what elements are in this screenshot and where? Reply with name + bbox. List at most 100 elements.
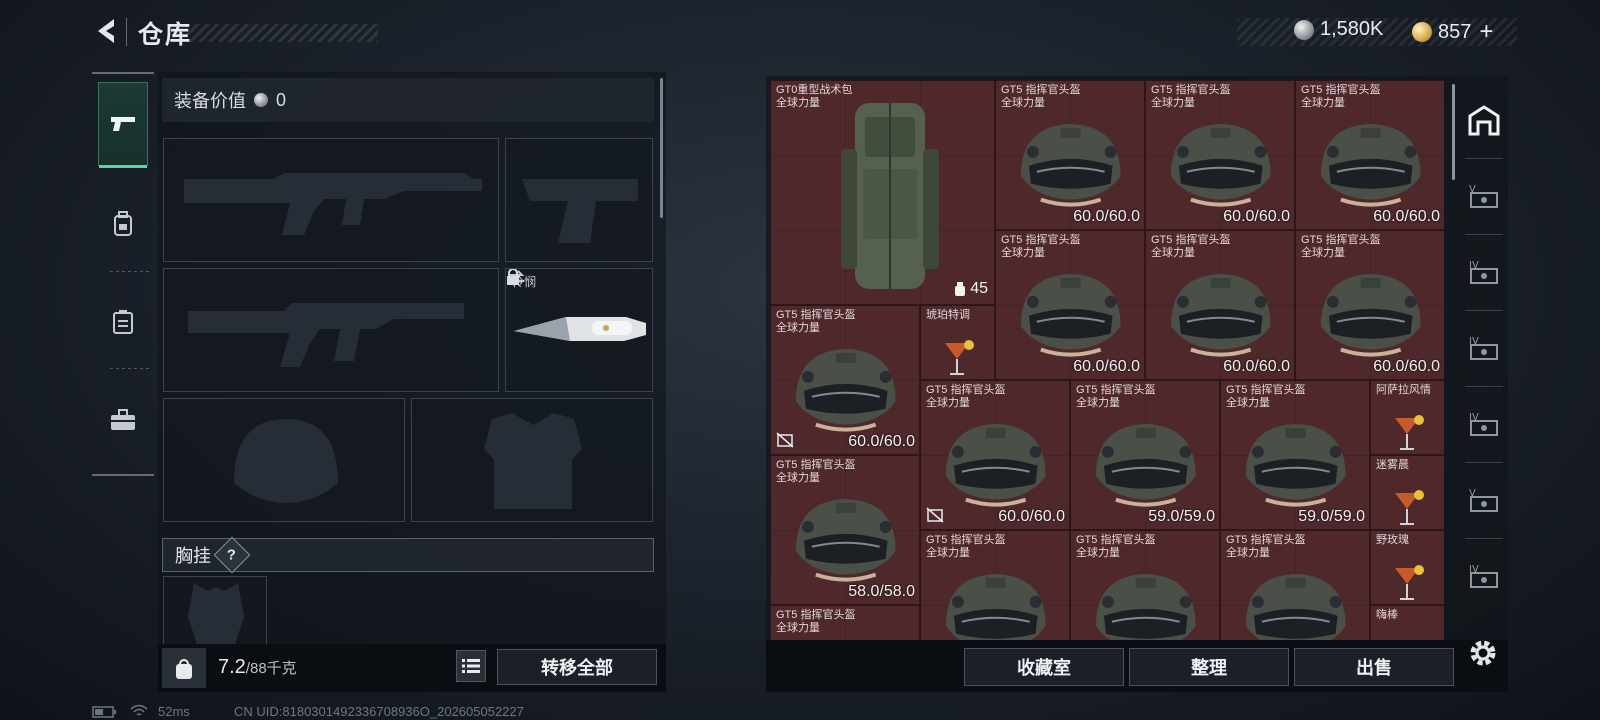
- drink-item[interactable]: 迷雾晨: [1370, 455, 1444, 530]
- helmet-item[interactable]: GT5 指挥官头盔 全球力量: [1070, 530, 1220, 640]
- nav-tab-weapons[interactable]: [98, 82, 148, 168]
- secondary-weapon-slot[interactable]: [505, 138, 653, 262]
- helmet-item[interactable]: GT5 指挥官头盔 全球力量 60.0/60.0: [770, 305, 920, 455]
- backpack-item[interactable]: GT0重型战术包 全球力量 45: [770, 80, 995, 305]
- durability-readout: 59.0/59.0: [1148, 508, 1215, 525]
- list-view-button[interactable]: [456, 650, 486, 682]
- drink-item[interactable]: 嗨棒: [1370, 605, 1444, 640]
- transfer-all-button[interactable]: 转移全部: [497, 649, 657, 685]
- helmet-icon: [1246, 573, 1346, 640]
- helmet-item[interactable]: GT5 指挥官头盔 全球力量 60.0/60.0: [1295, 230, 1444, 380]
- briefcase-icon: [111, 409, 135, 430]
- backpack-icon: [841, 103, 939, 289]
- helmet-item[interactable]: GT5 指挥官头盔 全球力量: [920, 530, 1070, 640]
- helmet-icon: [1096, 573, 1196, 640]
- body-armor-slot[interactable]: [411, 398, 653, 522]
- item-faction: 全球力量: [1076, 547, 1120, 559]
- pistol-icon: [111, 117, 135, 131]
- equipment-value-label: 装备价值: [174, 91, 246, 111]
- item-name: 嗨棒: [1376, 609, 1398, 621]
- weight-icon-box: [162, 648, 206, 688]
- chest-rig-silhouette-icon: [188, 583, 244, 645]
- storage-tab-iv-1[interactable]: IV: [1460, 244, 1508, 300]
- tab-separator: [1465, 462, 1503, 463]
- cocktail-icon: [1394, 490, 1424, 525]
- item-name: GT5 指挥官头盔 全球力量: [1151, 84, 1231, 109]
- storage-grid[interactable]: GT0重型战术包 全球力量 45 GT5 指挥官头盔 全球力量 60.0/60.0 GT…: [770, 80, 1444, 640]
- helmet-slot[interactable]: [163, 398, 405, 522]
- gold-currency[interactable]: 857 +: [1412, 18, 1493, 46]
- durability-readout: 60.0/60.0: [1373, 358, 1440, 375]
- drink-item[interactable]: 琥珀特调: [920, 305, 995, 380]
- storage-tab-v-2[interactable]: V: [1460, 472, 1508, 528]
- expansion-box-icon: IV: [1469, 564, 1498, 588]
- item-name: GT5 指挥官头盔 全球力量: [776, 459, 856, 484]
- helmet-item[interactable]: GT5 指挥官头盔 全球力量 60.0/60.0: [1145, 80, 1295, 230]
- helmet-item[interactable]: GT5 指挥官头盔 全球力量 58.0/58.0: [770, 455, 920, 605]
- collection-room-button[interactable]: 收藏室: [964, 648, 1124, 686]
- gold-coin-icon: [1412, 22, 1432, 42]
- melee-slot[interactable]: 怜悯: [505, 268, 653, 392]
- gold-amount: 857: [1438, 20, 1472, 43]
- backpack-icon: [114, 211, 132, 236]
- storage-tab-v-1[interactable]: V: [1460, 168, 1508, 224]
- item-faction: 全球力量: [1076, 397, 1120, 409]
- back-arrow-icon[interactable]: [92, 16, 122, 46]
- nav-separator: [110, 368, 150, 369]
- sell-button[interactable]: 出售: [1294, 648, 1454, 686]
- drink-item[interactable]: 野玫瑰: [1370, 530, 1444, 605]
- helmet-item[interactable]: GT5 指挥官头盔 全球力量 60.0/60.0: [920, 380, 1070, 530]
- item-name: 琥珀特调: [926, 309, 970, 321]
- storage-scrollbar[interactable]: [1452, 84, 1455, 180]
- nav-tab-backpack[interactable]: [98, 182, 148, 266]
- storage-tab-home[interactable]: [1460, 92, 1508, 148]
- storage-tab-iv-2[interactable]: IV: [1460, 320, 1508, 376]
- storage-tab-iv-3[interactable]: IV: [1460, 396, 1508, 452]
- nav-tab-case[interactable]: [98, 378, 148, 462]
- tab-separator: [1465, 538, 1503, 539]
- helmet-icon: [946, 423, 1046, 507]
- expansion-box-icon: IV: [1469, 412, 1498, 436]
- helmet-item[interactable]: GT5 指挥官头盔 全球力量 60.0/60.0: [995, 230, 1145, 380]
- item-faction: 全球力量: [776, 322, 820, 334]
- chest-rig-label: 胸挂: [175, 546, 211, 566]
- durability-readout: 58.0/58.0: [848, 583, 915, 600]
- helmet-icon: [1321, 273, 1421, 357]
- primary-weapon-slot[interactable]: [163, 138, 499, 262]
- equipment-value-bar: 装备价值 0: [162, 78, 654, 122]
- add-currency-button[interactable]: +: [1479, 18, 1493, 46]
- helmet-item[interactable]: GT5 指挥官头盔 全球力量: [770, 605, 920, 640]
- warehouse-icon: [1468, 105, 1500, 136]
- item-faction: 全球力量: [1151, 247, 1195, 259]
- page-title: 仓库: [138, 21, 193, 49]
- help-badge[interactable]: ?: [213, 536, 251, 574]
- expansion-box-icon: IV: [1469, 260, 1498, 284]
- helmet-item[interactable]: GT5 指挥官头盔 全球力量 59.0/59.0: [1070, 380, 1220, 530]
- silver-coin-icon: [254, 93, 268, 107]
- loadout-scrollbar[interactable]: [660, 78, 663, 218]
- title-divider: [126, 18, 127, 46]
- primary-weapon-slot-2[interactable]: [163, 268, 499, 392]
- helmet-item[interactable]: GT5 指挥官头盔 全球力量 60.0/60.0: [1145, 230, 1295, 380]
- helmet-icon: [1171, 123, 1271, 207]
- weight-max: /88千克: [245, 660, 297, 677]
- helmet-item[interactable]: GT5 指挥官头盔 全球力量: [1220, 530, 1370, 640]
- nav-top-line: [92, 72, 154, 74]
- helmet-icon: [1246, 423, 1346, 507]
- item-faction: 全球力量: [1001, 247, 1045, 259]
- durability-readout: 60.0/60.0: [848, 433, 915, 450]
- nav-tab-vest[interactable]: [98, 280, 148, 364]
- chest-rig-slot[interactable]: [163, 576, 267, 646]
- vest-icon: [113, 310, 133, 334]
- helmet-item[interactable]: GT5 指挥官头盔 全球力量 60.0/60.0: [995, 80, 1145, 230]
- nav-separator: [110, 271, 150, 272]
- storage-tab-iv-4[interactable]: IV: [1460, 548, 1508, 604]
- settings-gear-icon[interactable]: [1466, 636, 1500, 670]
- organize-button[interactable]: 整理: [1129, 648, 1289, 686]
- helmet-icon: [1021, 123, 1121, 207]
- helmet-item[interactable]: GT5 指挥官头盔 全球力量 59.0/59.0: [1220, 380, 1370, 530]
- drink-item[interactable]: 阿萨拉风情: [1370, 380, 1444, 455]
- pistol-silhouette-icon: [522, 179, 638, 243]
- cocktail-icon: [944, 340, 974, 375]
- helmet-item[interactable]: GT5 指挥官头盔 全球力量 60.0/60.0: [1295, 80, 1444, 230]
